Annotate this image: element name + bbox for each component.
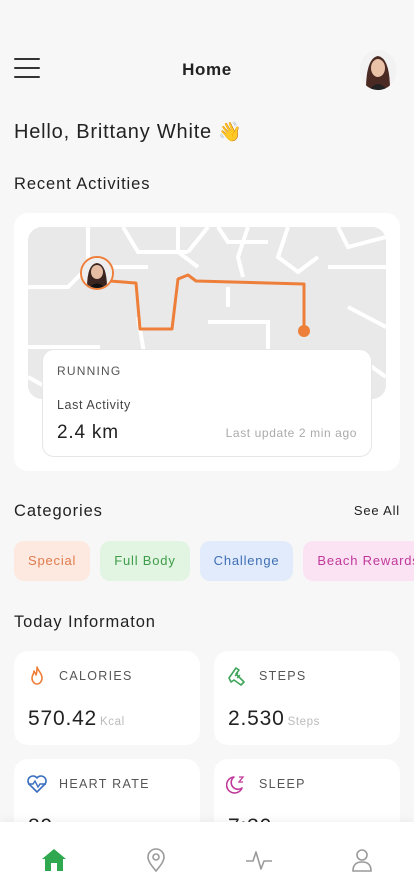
calories-card[interactable]: CALORIES 570.42 Kcal [14,651,200,745]
last-update-text: Last update 2 min ago [225,426,357,440]
profile-icon [352,849,372,872]
route-end-marker [298,325,310,337]
nav-activity[interactable] [244,846,274,874]
calories-value: 570.42 [28,707,98,730]
chip-full-body[interactable]: Full Body [100,541,190,581]
nav-location[interactable] [141,846,171,874]
greeting-text: Hello, Brittany White [14,121,212,143]
calories-label: CALORIES [59,669,133,683]
home-icon [42,849,66,871]
heart-pulse-icon [27,775,47,793]
activity-type: RUNNING [57,364,122,378]
today-info-title: Today Informaton [14,613,156,631]
avatar[interactable] [360,50,396,90]
activity-summary: RUNNING Last Activity 2.4 km Last update… [42,349,372,457]
nav-profile[interactable] [347,846,377,874]
greeting: Hello, Brittany White 👋 [14,120,243,144]
sleep-label: SLEEP [259,777,306,791]
see-all-link[interactable]: See All [354,503,400,518]
activity-icon [246,851,272,870]
shoe-icon [228,667,245,686]
chip-challenge[interactable]: Challenge [199,541,294,581]
steps-value: 2.530 [228,707,285,730]
last-activity-label: Last Activity [57,398,131,412]
categories-title: Categories [14,502,103,520]
location-icon [147,848,165,873]
nav-home[interactable] [39,846,69,874]
recent-activity-card[interactable]: RUNNING Last Activity 2.4 km Last update… [14,213,400,471]
app-screen: Home Hello, Brittany White 👋 Recent Acti… [0,0,414,896]
page-title: Home [182,60,232,79]
runner-avatar-pin[interactable] [80,256,114,290]
activity-distance: 2.4 km [57,422,119,443]
bottom-nav [0,822,414,896]
heart-rate-label: HEART RATE [59,777,150,791]
flame-icon [31,666,43,685]
chip-beach-rewards[interactable]: Beach Rewards [303,541,414,581]
steps-label: STEPS [259,669,307,683]
category-chips: Special Full Body Challenge Beach Rewards [14,541,414,581]
recent-activities-title: Recent Activities [14,175,151,193]
steps-card[interactable]: STEPS 2.530 Steps [214,651,400,745]
moon-icon [226,776,245,794]
header: Home [0,48,414,92]
calories-unit: Kcal [100,716,125,728]
chip-special[interactable]: Special [14,541,91,581]
wave-emoji: 👋 [218,122,243,143]
steps-unit: Steps [287,716,320,728]
